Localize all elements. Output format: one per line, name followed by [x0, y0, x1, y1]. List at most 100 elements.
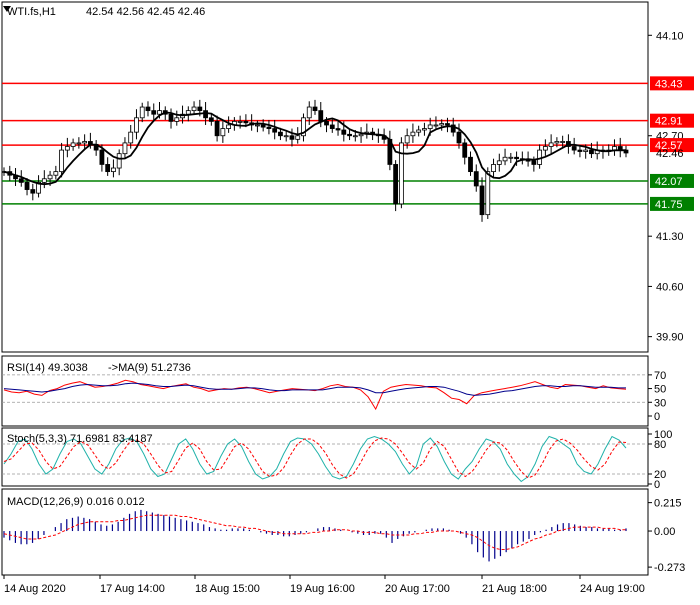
- candle-body: [589, 149, 594, 155]
- candle-body: [185, 110, 191, 115]
- candle-body: [151, 110, 157, 115]
- candle-body: [289, 135, 295, 140]
- candle-body: [439, 123, 445, 126]
- rsi-ma-title: ->MA(9) 51.2736: [108, 362, 191, 374]
- candle-body: [554, 141, 560, 144]
- level-price-label: 43.43: [655, 78, 683, 90]
- candle-body: [347, 133, 352, 137]
- candle-body: [82, 141, 88, 144]
- macd-tick-label: 0.215: [654, 498, 682, 510]
- candle-body: [237, 120, 243, 123]
- x-tick-label: 18 Aug 15:00: [195, 583, 260, 595]
- candle-body: [456, 131, 462, 144]
- rsi-panel: [1, 355, 649, 427]
- candle-body: [433, 124, 439, 127]
- candle-body: [255, 124, 260, 127]
- candle-body: [243, 120, 249, 124]
- candle-body: [134, 117, 139, 133]
- rsi-tick-label: 30: [654, 397, 666, 409]
- candle-body: [76, 142, 82, 145]
- candle-body: [341, 129, 347, 135]
- candle-body: [502, 156, 508, 162]
- price-tick-label: 44.10: [656, 30, 684, 42]
- candle-body: [445, 123, 450, 126]
- level-price-label: 42.91: [655, 116, 683, 128]
- price-panel: [1, 1, 649, 353]
- symbol-label: WTI.fs,H1: [7, 6, 56, 18]
- price-tick-label: 39.90: [656, 332, 684, 344]
- candle-body: [514, 156, 519, 160]
- macd-title: MACD(12,26,9) 0.016 0.012: [7, 496, 145, 508]
- price-tick-label: 40.60: [656, 281, 684, 293]
- candle-body: [99, 149, 105, 165]
- candle-body: [329, 124, 335, 129]
- candle-body: [116, 153, 122, 169]
- candle-body: [312, 106, 318, 112]
- ohlc-label: 42.54 42.56 42.45 42.46: [86, 6, 205, 18]
- rsi-tick-label: 50: [654, 384, 666, 396]
- current-price-label: 42.46: [656, 148, 684, 160]
- candle-body: [208, 117, 214, 122]
- candle-body: [318, 110, 324, 122]
- candle-body: [64, 146, 70, 151]
- candle-body: [41, 178, 47, 183]
- candle-body: [191, 106, 197, 112]
- stoch-tick-label: 80: [654, 439, 666, 451]
- candle-body: [485, 171, 491, 216]
- candle-body: [111, 167, 116, 173]
- candle-body: [283, 135, 289, 138]
- candle-body: [306, 106, 312, 119]
- candle-body: [59, 149, 64, 173]
- x-tick-label: 20 Aug 17:00: [385, 583, 450, 595]
- candle-body: [583, 149, 589, 152]
- price-tick-label: 41.30: [656, 231, 684, 243]
- candle-body: [335, 128, 341, 131]
- stoch-tick-label: 0: [654, 479, 660, 491]
- candle-body: [30, 189, 36, 194]
- stoch-title: Stoch(5,3,3) 71.6981 83.4187: [7, 433, 153, 445]
- candle-body: [422, 128, 427, 131]
- candle-body: [220, 128, 226, 137]
- candle-body: [203, 110, 208, 119]
- candle-body: [560, 141, 566, 143]
- candle-body: [174, 117, 180, 122]
- level-price-label: 41.75: [655, 199, 683, 211]
- candle-body: [548, 142, 554, 147]
- x-tick-label: 14 Aug 2020: [4, 583, 66, 595]
- candle-body: [416, 129, 422, 133]
- candle-body: [18, 178, 24, 183]
- candle-body: [128, 131, 134, 144]
- chart-canvas[interactable]: WTI.fs,H1 42.54 42.56 42.45 42.46 RSI(14…: [0, 0, 700, 600]
- trading-chart[interactable]: WTI.fs,H1 42.54 42.56 42.45 42.46 RSI(14…: [0, 0, 700, 600]
- candle-body: [145, 106, 151, 112]
- candle-body: [473, 171, 479, 187]
- candle-body: [324, 120, 329, 126]
- candle-body: [479, 185, 485, 216]
- rsi-tick-label: 70: [654, 370, 666, 382]
- candle-body: [295, 135, 301, 140]
- candle-body: [122, 142, 128, 155]
- candle-body: [272, 128, 278, 133]
- candle-body: [577, 149, 583, 152]
- rsi-tick-label: 0: [654, 411, 660, 423]
- rsi-title: RSI(14) 49.3038: [7, 362, 88, 374]
- candle-body: [358, 133, 364, 137]
- macd-tick-label: -0.273: [654, 562, 685, 574]
- candle-body: [508, 156, 514, 159]
- candle-body: [168, 113, 174, 122]
- candle-body: [462, 142, 468, 158]
- candle-body: [427, 124, 433, 129]
- candle-body: [260, 124, 266, 128]
- candle-body: [139, 106, 145, 119]
- candle-body: [468, 156, 473, 173]
- candle-body: [47, 174, 53, 180]
- candle-body: [70, 142, 76, 147]
- candle-body: [197, 106, 203, 112]
- candle-body: [496, 160, 502, 165]
- candle-body: [571, 146, 577, 151]
- candle-body: [404, 135, 410, 144]
- candle-body: [352, 135, 358, 138]
- candle-body: [410, 131, 416, 137]
- x-tick-label: 24 Aug 19:00: [580, 583, 645, 595]
- level-price-label: 42.07: [655, 176, 683, 188]
